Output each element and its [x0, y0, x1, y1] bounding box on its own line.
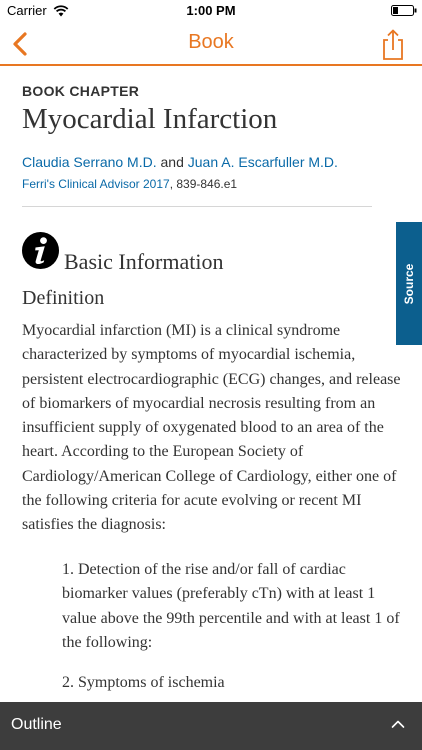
navigation-bar: Book	[0, 22, 422, 66]
chapter-type-label: BOOK CHAPTER	[22, 83, 140, 99]
divider	[22, 206, 372, 207]
chevron-up-icon	[391, 720, 405, 728]
source-tab[interactable]: Source	[396, 222, 422, 345]
source-book-link[interactable]: Ferri's Clinical Advisor 2017	[22, 177, 170, 191]
status-bar: Carrier 1:00 PM	[0, 0, 422, 22]
info-icon	[22, 232, 59, 269]
list-item: 1. Detection of the rise and/or fall of …	[62, 561, 400, 651]
section-heading: Basic Information	[64, 249, 224, 274]
subsection-heading: Definition	[22, 287, 105, 309]
definition-paragraph: Myocardial infarction (MI) is a clinical…	[22, 322, 401, 534]
back-button[interactable]	[6, 26, 42, 62]
share-icon	[383, 29, 403, 60]
nav-title: Book	[188, 31, 234, 53]
share-button[interactable]	[376, 26, 410, 62]
chevron-left-icon	[13, 32, 27, 56]
author-link-serrano[interactable]: Claudia Serrano M.D.	[22, 154, 157, 170]
source-pages: , 839-846.e1	[169, 177, 238, 191]
author-line: Claudia Serrano M.D. and Juan A. Escarfu…	[22, 154, 338, 170]
outline-label: Outline	[11, 716, 62, 733]
battery-icon	[391, 5, 417, 16]
list-item: 2. Symptoms of ischemia	[62, 674, 225, 691]
source-tab-label: Source	[402, 263, 416, 304]
chapter-title: Myocardial Infarction	[22, 103, 278, 135]
outline-bar[interactable]: Outline	[0, 702, 422, 750]
citation-line: Ferri's Clinical Advisor 2017, 839-846.e…	[22, 177, 237, 191]
author-joiner: and	[156, 154, 188, 170]
author-link-escarfuller[interactable]: Juan A. Escarfuller M.D.	[188, 154, 338, 170]
status-time: 1:00 PM	[186, 3, 236, 18]
